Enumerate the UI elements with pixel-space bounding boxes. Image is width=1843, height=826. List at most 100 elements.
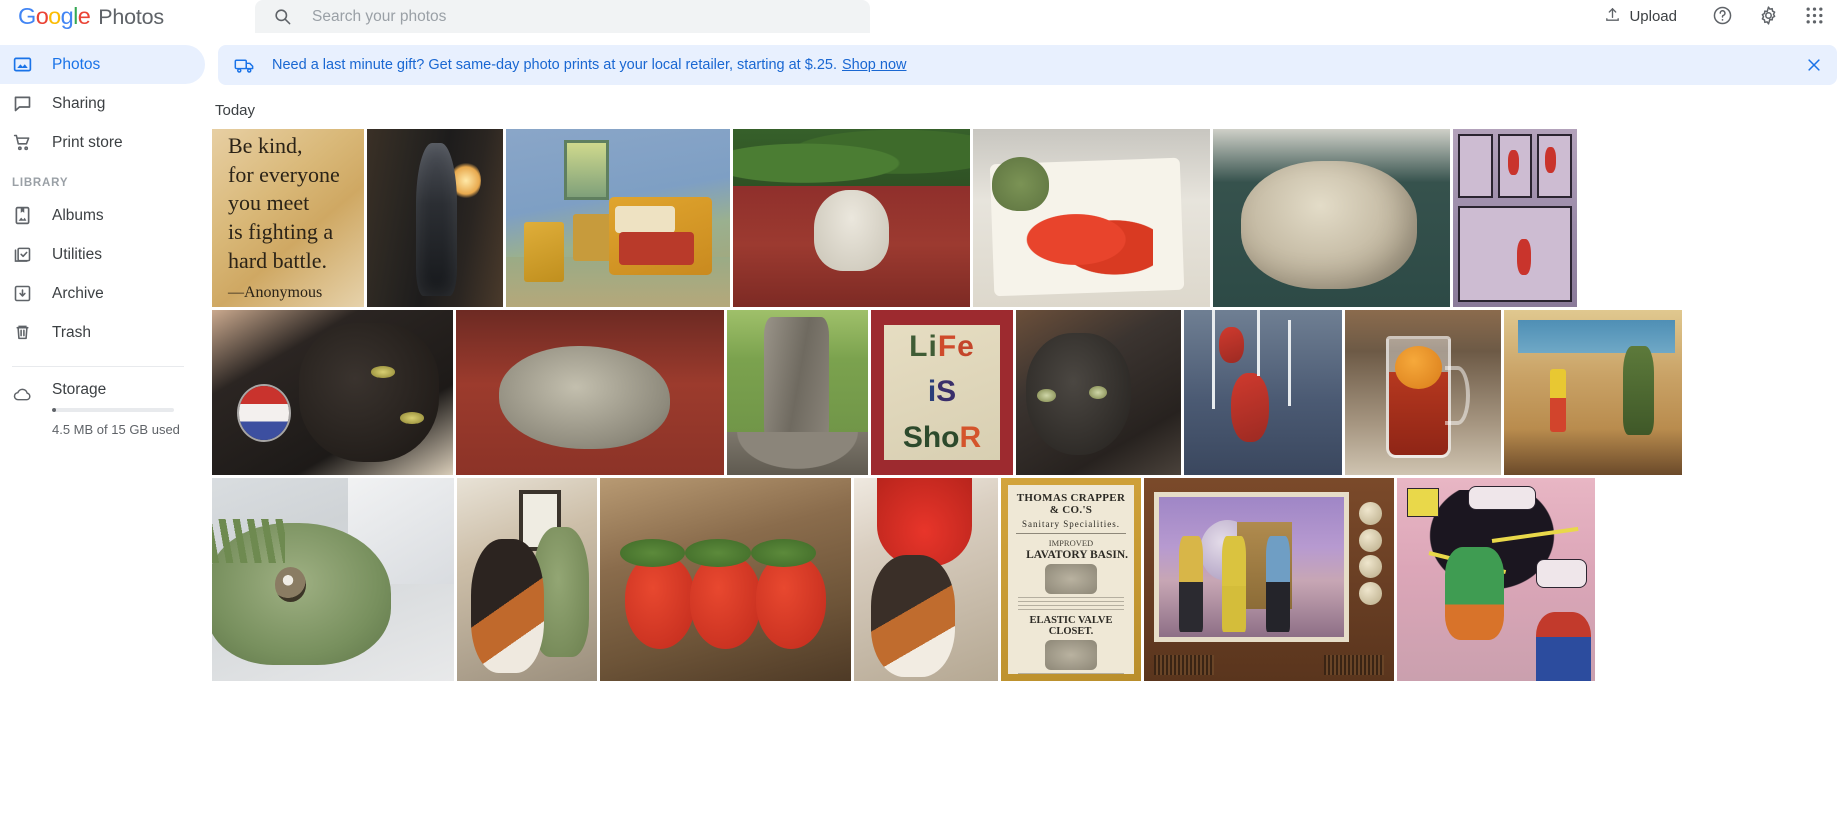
product-name: Photos — [98, 5, 164, 29]
photo-black-cat-i-voted[interactable] — [212, 310, 453, 475]
upload-icon — [1604, 6, 1621, 27]
photo-icon — [12, 54, 42, 75]
close-icon[interactable] — [1805, 56, 1823, 74]
photo-artwork — [733, 129, 970, 307]
sign-line-1: LiFe — [909, 330, 975, 364]
sidebar-item-label: Photos — [52, 55, 101, 73]
sidebar-item-utilities[interactable]: Utilities — [0, 235, 205, 274]
sidebar-item-trash[interactable]: Trash — [0, 313, 205, 352]
search-input[interactable] — [310, 2, 830, 31]
photo-life-is-short-sign[interactable]: LiFe iS ShoR — [871, 310, 1013, 475]
i-voted-sticker — [238, 385, 290, 441]
quote-line: Be kind, — [228, 133, 303, 159]
storage-label: Storage — [52, 381, 107, 398]
photo-artwork — [1345, 310, 1501, 475]
storage-progress-fill — [52, 408, 56, 412]
storage-section[interactable]: Storage 4.5 MB of 15 GB used — [0, 381, 212, 437]
ad-improved-label: IMPROVED — [1048, 538, 1094, 548]
archive-box-icon — [12, 283, 42, 304]
photo-spiderman-rain-comic[interactable] — [1184, 310, 1342, 475]
sidebar-item-photos[interactable]: Photos — [0, 45, 205, 84]
sidebar-divider — [12, 366, 184, 367]
sidebar-item-archive[interactable]: Archive — [0, 274, 205, 313]
shop-now-link[interactable]: Shop now — [842, 57, 907, 73]
photo-thomas-crapper-ad[interactable]: THOMAS CRAPPER & CO.'S Sanitary Speciali… — [1001, 478, 1141, 681]
photo-artwork — [457, 478, 597, 681]
search-icon — [273, 7, 292, 26]
ad-subtitle: Sanitary Specialities. — [1022, 519, 1120, 529]
photo-grid-row: THOMAS CRAPPER & CO.'S Sanitary Speciali… — [212, 478, 1843, 681]
photo-artwork: Be kind, for everyone you meet is fighti… — [212, 129, 364, 307]
top-app-bar: Google Photos Upload — [0, 0, 1843, 33]
sidebar-navigation: Photos Sharing Print store LIBRARY Album… — [0, 33, 212, 826]
shopping-cart-icon — [12, 132, 42, 153]
upload-button[interactable]: Upload — [1592, 0, 1699, 33]
photo-artwork — [1213, 129, 1450, 307]
sidebar-item-print-store[interactable]: Print store — [0, 123, 205, 162]
photo-artwork — [506, 129, 730, 307]
photo-robot-cosplay[interactable] — [367, 129, 503, 307]
photo-artwork — [600, 478, 851, 681]
gear-icon — [1758, 5, 1779, 29]
photo-artwork — [727, 310, 868, 475]
date-section-header: Today — [215, 102, 256, 119]
delivery-truck-icon — [234, 57, 255, 74]
photo-artwork — [1016, 310, 1181, 475]
photo-giant-gourd[interactable] — [1213, 129, 1450, 307]
photo-big-tree-trunk[interactable] — [727, 310, 868, 475]
photo-artwork — [854, 478, 998, 681]
photo-artwork — [973, 129, 1210, 307]
sidebar-item-label: Print store — [52, 133, 123, 151]
photo-doctor-strange-comic[interactable] — [1397, 478, 1595, 681]
quote-line: you meet — [228, 190, 310, 216]
promo-banner: Need a last minute gift? Get same-day ph… — [218, 45, 1837, 85]
main-content: Need a last minute gift? Get same-day ph… — [212, 33, 1843, 826]
settings-button[interactable] — [1745, 0, 1791, 33]
ad-heading-closet: ELASTIC VALVE CLOSET. — [1029, 615, 1113, 637]
promo-banner-text: Need a last minute gift? Get same-day ph… — [272, 57, 837, 73]
photo-artwork: THOMAS CRAPPER & CO.'S Sanitary Speciali… — [1001, 478, 1141, 681]
help-button[interactable] — [1699, 0, 1745, 33]
ad-title: THOMAS CRAPPER & CO.'S — [1016, 492, 1126, 516]
chat-bubble-icon — [12, 93, 42, 114]
checkbox-stack-icon — [12, 244, 42, 265]
photo-frog-statue-mulch[interactable] — [733, 129, 970, 307]
search-bar[interactable] — [255, 0, 870, 33]
photo-quote-be-kind[interactable]: Be kind, for everyone you meet is fighti… — [212, 129, 364, 307]
photo-cat-red-plush[interactable] — [854, 478, 998, 681]
google-apps-button[interactable] — [1791, 0, 1837, 33]
quote-attribution: —Anonymous — [228, 284, 323, 302]
quote-line: is fighting a — [228, 218, 334, 244]
photo-artwork — [1453, 129, 1577, 307]
ad-heading-basin: LAVATORY BASIN. — [1026, 549, 1128, 561]
photo-artwork — [212, 310, 453, 475]
photo-grid: Be kind, for everyone you meet is fighti… — [212, 129, 1843, 681]
photo-artwork — [367, 129, 503, 307]
sidebar-item-sharing[interactable]: Sharing — [0, 84, 205, 123]
photo-star-trek-tv[interactable] — [1144, 478, 1394, 681]
app-logo[interactable]: Google Photos — [18, 3, 164, 30]
photo-grid-row: Be kind, for everyone you meet is fighti… — [212, 129, 1843, 307]
cloud-icon — [12, 381, 42, 437]
photo-van-gogh-bedroom[interactable] — [506, 129, 730, 307]
photo-rock-red-mulch[interactable] — [456, 310, 724, 475]
photo-artwork: LiFe iS ShoR — [871, 310, 1013, 475]
sidebar-item-albums[interactable]: Albums — [0, 196, 205, 235]
photo-artwork — [212, 478, 454, 681]
photo-artwork — [456, 310, 724, 475]
photo-plush-iguana[interactable] — [212, 478, 454, 681]
photo-spiderman-comic-page[interactable] — [1453, 129, 1577, 307]
top-bar-actions: Upload — [1592, 0, 1837, 33]
sign-line-3: ShoR — [902, 420, 982, 454]
sidebar-item-label: Albums — [52, 206, 104, 224]
help-circle-icon — [1712, 5, 1733, 29]
photo-iced-tea-mug[interactable] — [1345, 310, 1501, 475]
photo-grid-row: LiFe iS ShoR — [212, 310, 1843, 475]
photo-lobster-dinner[interactable] — [973, 129, 1210, 307]
photo-artwork — [1504, 310, 1682, 475]
photo-grey-cat-couch[interactable] — [1016, 310, 1181, 475]
photo-calico-cat-plush[interactable] — [457, 478, 597, 681]
quote-line: hard battle. — [228, 247, 327, 273]
photo-museum-diorama[interactable] — [1504, 310, 1682, 475]
photo-strawberries-table[interactable] — [600, 478, 851, 681]
